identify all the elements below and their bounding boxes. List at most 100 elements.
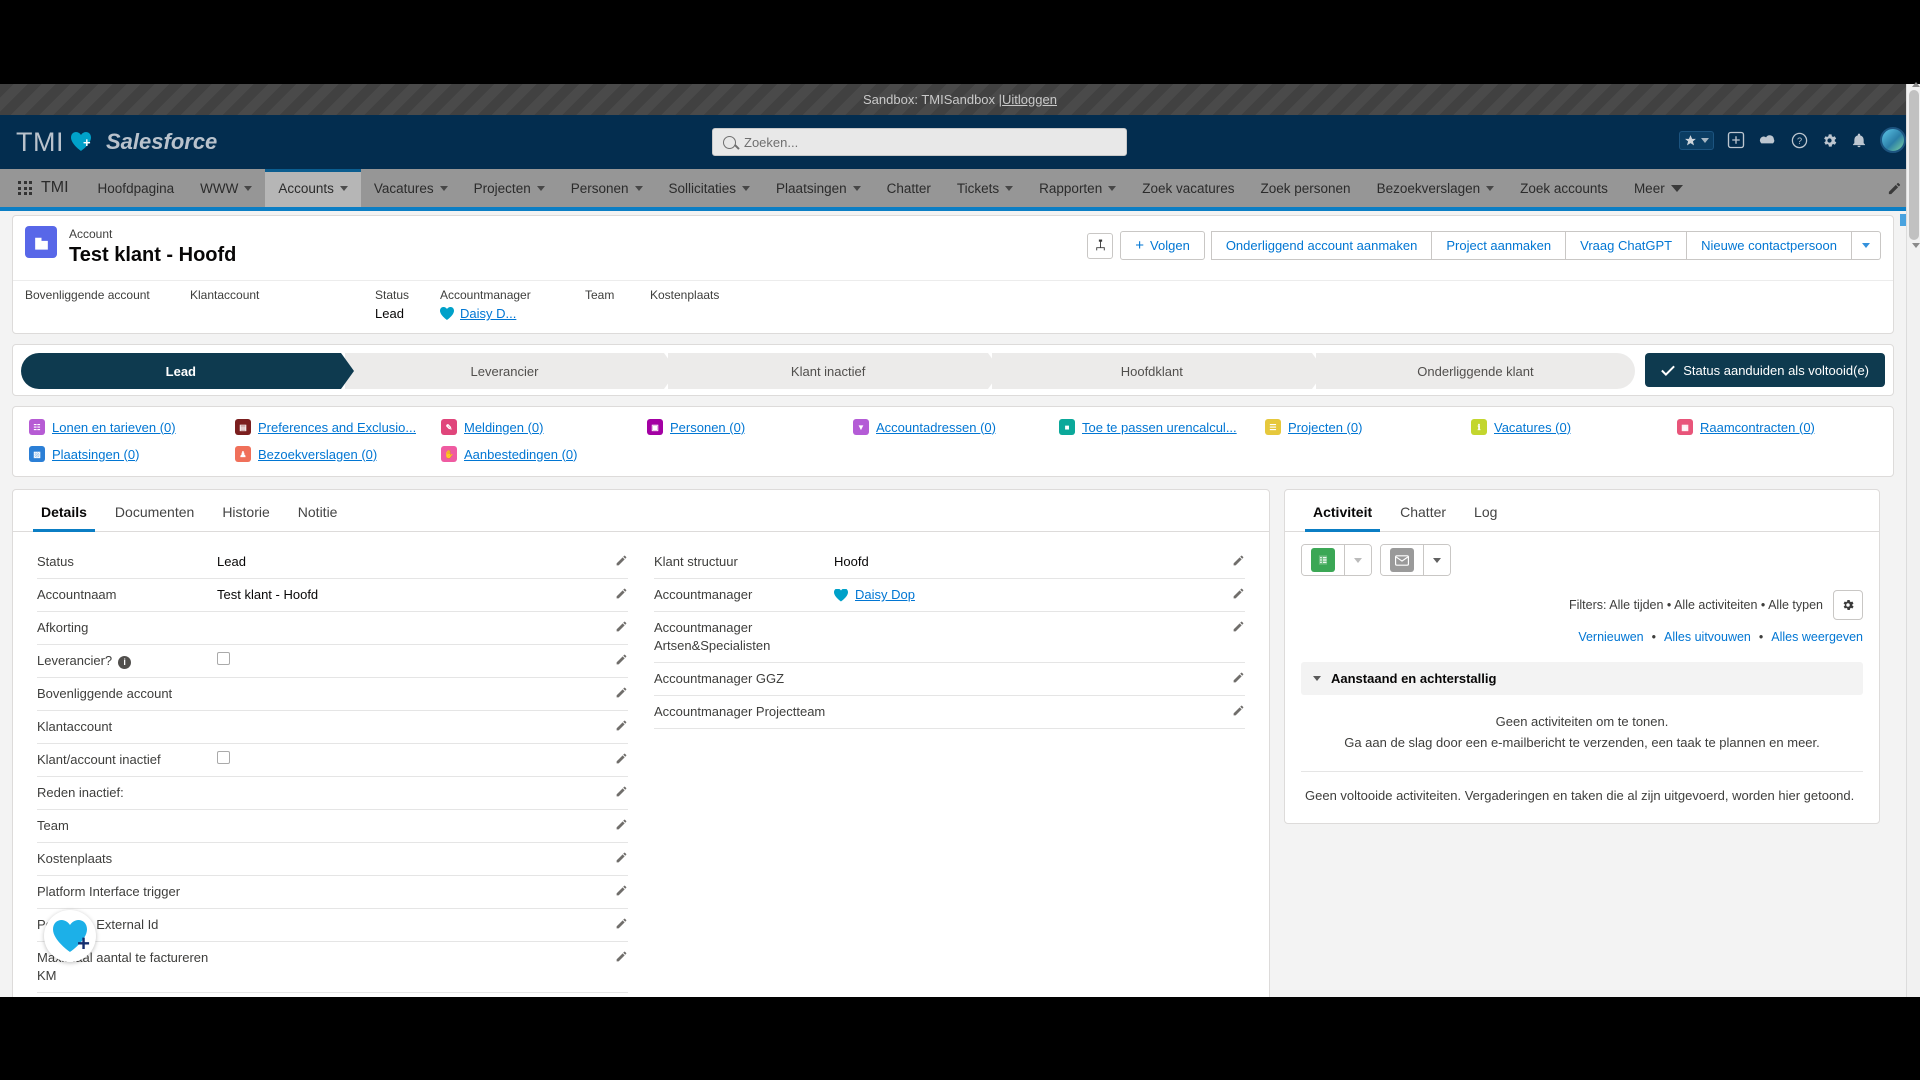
nav-item-rapporten[interactable]: Rapporten xyxy=(1026,169,1129,207)
quick-link[interactable]: ▼ Accountadressen (0) xyxy=(853,419,1053,435)
brand-logo[interactable]: TMI + Salesforce xyxy=(16,127,217,158)
edit-pencil-icon[interactable] xyxy=(608,685,628,699)
new-contact-button[interactable]: Nieuwe contactpersoon xyxy=(1686,231,1852,260)
tab-activiteit[interactable]: Activiteit xyxy=(1299,490,1386,532)
path-step-onderliggende-klant[interactable]: Onderliggende klant xyxy=(1315,353,1636,389)
edit-pencil-icon[interactable] xyxy=(608,817,628,831)
cloud-icon[interactable] xyxy=(1758,132,1778,148)
notifications-bell-icon[interactable] xyxy=(1851,132,1867,149)
path-step-leverancier[interactable]: Leverancier xyxy=(344,353,677,389)
edit-pencil-icon[interactable] xyxy=(1225,703,1245,717)
edit-pencil-icon[interactable] xyxy=(608,949,628,963)
nav-item-chatter[interactable]: Chatter xyxy=(874,169,944,207)
create-child-account-button[interactable]: Onderliggend account aanmaken xyxy=(1210,231,1433,260)
nav-item-vacatures[interactable]: Vacatures xyxy=(361,169,461,207)
quick-link[interactable]: ☷ Lonen en tarieven (0) xyxy=(29,419,229,435)
tab-notitie[interactable]: Notitie xyxy=(284,490,352,531)
view-all-link[interactable]: Alles weergeven xyxy=(1771,630,1863,644)
vertical-scrollbar[interactable] xyxy=(1906,82,1920,997)
more-actions-button[interactable] xyxy=(1851,231,1881,260)
expand-all-link[interactable]: Alles uitvouwen xyxy=(1664,630,1751,644)
quick-link-label[interactable]: Bezoekverslagen (0) xyxy=(258,447,377,462)
new-task-control[interactable] xyxy=(1301,544,1372,576)
nav-item-sollicitaties[interactable]: Sollicitaties xyxy=(656,169,764,207)
nav-item-hoofdpagina[interactable]: Hoofdpagina xyxy=(85,169,188,207)
app-launcher-icon[interactable] xyxy=(0,169,41,207)
quick-link[interactable]: ▤ Preferences and Exclusio... xyxy=(235,419,435,435)
quick-link-label[interactable]: Personen (0) xyxy=(670,420,745,435)
search-input[interactable]: Zoeken... xyxy=(712,128,1127,156)
quick-link[interactable]: ℹ Vacatures (0) xyxy=(1471,419,1671,435)
quick-link[interactable]: ✎ Meldingen (0) xyxy=(441,419,641,435)
quick-link-label[interactable]: Projecten (0) xyxy=(1288,420,1362,435)
new-email-control[interactable] xyxy=(1380,544,1451,576)
follow-button[interactable]: + Volgen xyxy=(1120,231,1205,260)
refresh-link[interactable]: Vernieuwen xyxy=(1578,630,1643,644)
quick-link[interactable]: ▦ Raamcontracten (0) xyxy=(1677,419,1877,435)
nav-item-meer[interactable]: Meer xyxy=(1621,169,1696,207)
mark-status-complete-button[interactable]: Status aanduiden als voltooid(e) xyxy=(1645,353,1885,387)
nav-item-www[interactable]: WWW xyxy=(187,169,265,207)
edit-pencil-icon[interactable] xyxy=(608,652,628,666)
add-heart-floating-button[interactable]: + xyxy=(44,910,96,962)
highlight-field-link[interactable]: Daisy D... xyxy=(460,304,516,323)
account-hierarchy-icon[interactable] xyxy=(1087,232,1114,259)
nav-item-tickets[interactable]: Tickets xyxy=(944,169,1026,207)
app-launcher-plus-icon[interactable] xyxy=(1727,131,1745,149)
quick-link[interactable]: ☰ Projecten (0) xyxy=(1265,419,1465,435)
highlight-field-value[interactable]: Daisy D... xyxy=(440,304,585,323)
setup-gear-icon[interactable] xyxy=(1821,132,1838,149)
logout-link[interactable]: Uitloggen xyxy=(1002,92,1057,107)
nav-item-zoek-vacatures[interactable]: Zoek vacatures xyxy=(1129,169,1247,207)
edit-pencil-icon[interactable] xyxy=(608,883,628,897)
create-project-button[interactable]: Project aanmaken xyxy=(1431,231,1567,260)
quick-link[interactable]: ▣ Personen (0) xyxy=(647,419,847,435)
quick-link-label[interactable]: Toe te passen urencalcul... xyxy=(1082,420,1237,435)
quick-link-label[interactable]: Aanbestedingen (0) xyxy=(464,447,577,462)
quick-link-label[interactable]: Accountadressen (0) xyxy=(876,420,996,435)
app-name[interactable]: TMI xyxy=(41,169,85,207)
upcoming-overdue-section-header[interactable]: Aanstaand en achterstallig xyxy=(1301,662,1863,695)
nav-item-personen[interactable]: Personen xyxy=(558,169,656,207)
edit-pencil-icon[interactable] xyxy=(1225,670,1245,684)
tab-documenten[interactable]: Documenten xyxy=(101,490,208,531)
nav-item-projecten[interactable]: Projecten xyxy=(461,169,558,207)
path-step-lead[interactable]: Lead xyxy=(21,353,354,389)
edit-pencil-icon[interactable] xyxy=(1225,619,1245,633)
favorites-icon[interactable] xyxy=(1679,130,1714,150)
edit-pencil-icon[interactable] xyxy=(608,553,628,567)
user-avatar[interactable] xyxy=(1880,127,1906,153)
quick-link-label[interactable]: Raamcontracten (0) xyxy=(1700,420,1815,435)
quick-link-label[interactable]: Plaatsingen (0) xyxy=(52,447,139,462)
scrollbar-thumb[interactable] xyxy=(1909,82,1920,248)
edit-pencil-icon[interactable] xyxy=(1225,586,1245,600)
quick-link-label[interactable]: Lonen en tarieven (0) xyxy=(52,420,176,435)
nav-item-plaatsingen[interactable]: Plaatsingen xyxy=(763,169,874,207)
edit-pencil-icon[interactable] xyxy=(608,718,628,732)
quick-link[interactable]: ▨ Plaatsingen (0) xyxy=(29,446,229,462)
info-icon[interactable]: i xyxy=(118,655,132,669)
quick-link-label[interactable]: Preferences and Exclusio... xyxy=(258,420,416,435)
nav-item-accounts[interactable]: Accounts xyxy=(265,169,361,207)
edit-pencil-icon[interactable] xyxy=(1225,553,1245,567)
filter-settings-gear-icon[interactable] xyxy=(1833,590,1863,620)
nav-item-bezoekverslagen[interactable]: Bezoekverslagen xyxy=(1364,169,1508,207)
ask-chatgpt-button[interactable]: Vraag ChatGPT xyxy=(1565,231,1688,260)
nav-item-zoek-personen[interactable]: Zoek personen xyxy=(1248,169,1364,207)
quick-link[interactable]: ♟ Bezoekverslagen (0) xyxy=(235,446,435,462)
tab-log[interactable]: Log xyxy=(1460,490,1511,531)
path-step-klant-inactief[interactable]: Klant inactief xyxy=(668,353,1001,389)
edit-pencil-icon[interactable] xyxy=(608,586,628,600)
tab-chatter[interactable]: Chatter xyxy=(1386,490,1460,531)
quick-link[interactable]: ■ Toe te passen urencalcul... xyxy=(1059,419,1259,435)
checkbox[interactable] xyxy=(217,652,230,665)
tab-details[interactable]: Details xyxy=(27,490,101,532)
nav-item-zoek-accounts[interactable]: Zoek accounts xyxy=(1507,169,1621,207)
detail-field-link[interactable]: Daisy Dop xyxy=(855,586,915,604)
quick-link[interactable]: ✋ Aanbestedingen (0) xyxy=(441,446,641,462)
edit-pencil-icon[interactable] xyxy=(608,751,628,765)
quick-link-label[interactable]: Meldingen (0) xyxy=(464,420,544,435)
tab-historie[interactable]: Historie xyxy=(208,490,283,531)
quick-link-label[interactable]: Vacatures (0) xyxy=(1494,420,1571,435)
checkbox[interactable] xyxy=(217,751,230,764)
